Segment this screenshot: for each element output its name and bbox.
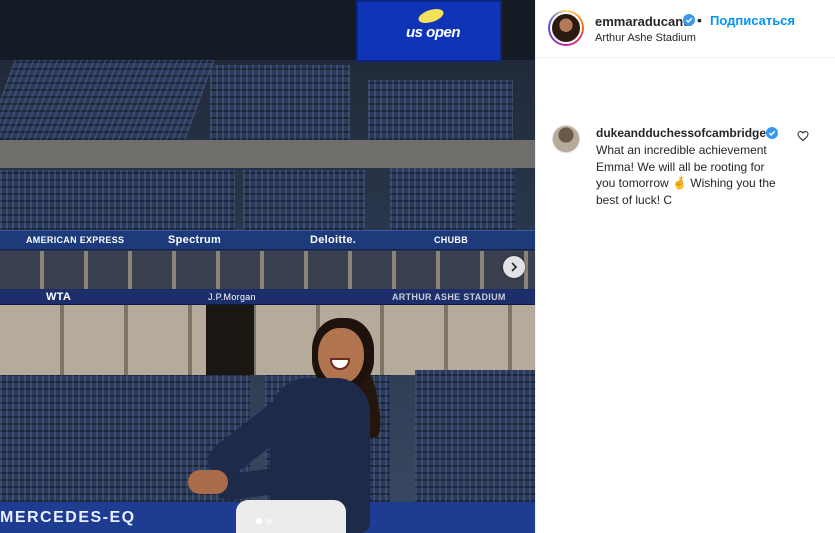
post-header: emmaraducanu • Подписаться Arthur Ashe S…	[536, 0, 835, 58]
mid-seats-left	[0, 170, 235, 230]
post-location[interactable]: Arthur Ashe Stadium	[595, 32, 696, 44]
ad-mercedes: MERCEDES-EQ	[0, 509, 136, 526]
carousel-next-button[interactable]	[503, 256, 525, 278]
heart-icon[interactable]	[797, 130, 809, 142]
sponsor-band: AMERICAN EXPRESS Spectrum Deloitte. CHUB…	[0, 230, 535, 250]
follow-button[interactable]: Подписаться	[710, 13, 795, 28]
stadium-name-sign: ARTHUR ASHE STADIUM	[392, 292, 506, 302]
player-tunnel	[206, 305, 254, 375]
chevron-right-icon	[511, 262, 518, 272]
verified-badge-icon	[766, 127, 778, 139]
lower-wall	[0, 305, 535, 375]
header-separator: •	[697, 12, 702, 28]
ad-spectrum: Spectrum	[168, 234, 222, 246]
scoreboard-logo-text: us open	[406, 24, 461, 41]
player-hand	[188, 470, 228, 494]
post-side-panel: emmaraducanu • Подписаться Arthur Ashe S…	[535, 0, 835, 533]
verified-badge-icon	[683, 14, 695, 26]
carousel-dot	[266, 518, 272, 524]
mid-seats-center	[243, 170, 365, 230]
lower-seats-right	[415, 370, 535, 502]
player-shorts	[236, 500, 346, 533]
ad-chubb: CHUBB	[434, 235, 468, 245]
carousel-indicator	[256, 518, 272, 524]
upper-seats-left	[0, 60, 215, 140]
us-open-logo-icon	[416, 6, 446, 26]
concourse	[0, 140, 535, 168]
player-face	[318, 328, 364, 384]
mid-seats-right	[390, 168, 515, 230]
upper-seats-right	[368, 80, 513, 140]
ad-jpmorgan: J.P.Morgan	[208, 292, 256, 302]
ad-deloitte: Deloitte.	[310, 234, 357, 246]
comment-text: What an incredible achievement Emma! We …	[596, 143, 776, 207]
ad-wta: WTA	[46, 291, 72, 303]
author-avatar-image	[550, 12, 582, 44]
author-username[interactable]: emmaraducanu	[595, 14, 691, 29]
post-photo[interactable]: us open AMERICAN EXPRESS Spectrum Deloit…	[0, 0, 535, 533]
lower-seats-left	[0, 375, 120, 502]
ad-american-express: AMERICAN EXPRESS	[26, 235, 125, 245]
author-avatar[interactable]	[548, 10, 584, 46]
sponsor-band-lower: WTA J.P.Morgan ARTHUR ASHE STADIUM	[0, 289, 535, 305]
carousel-dot-active	[256, 518, 262, 524]
commenter-username[interactable]: dukeandduchessofcambridge	[596, 126, 766, 140]
upper-seats-center	[210, 65, 350, 140]
us-open-scoreboard: us open	[356, 0, 502, 62]
commenter-avatar[interactable]	[552, 125, 580, 153]
suite-windows	[0, 251, 535, 289]
